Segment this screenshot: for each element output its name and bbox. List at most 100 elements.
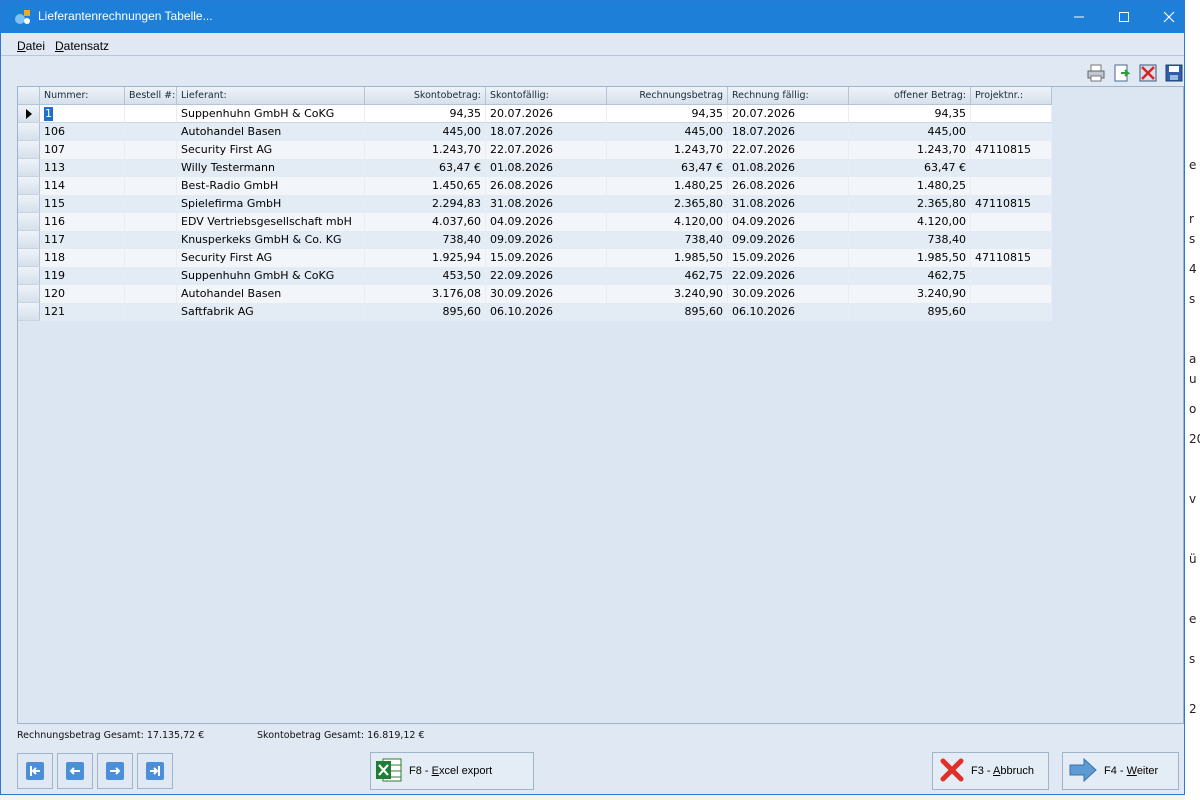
cell-rechnung-faellig[interactable]: 15.09.2026	[728, 249, 849, 267]
cell-rechnungsbetrag[interactable]: 462,75	[607, 267, 728, 285]
cell-rechnung-faellig[interactable]: 09.09.2026	[728, 231, 849, 249]
cell-offener-betrag[interactable]: 462,75	[849, 267, 971, 285]
cell-lieferant[interactable]: Suppenhuhn GmbH & CoKG	[177, 267, 365, 285]
cell-rechnungsbetrag[interactable]: 3.240,90	[607, 285, 728, 303]
row-indicator[interactable]	[18, 303, 40, 321]
cell-skontofaellig[interactable]: 30.09.2026	[486, 285, 607, 303]
cell-nummer[interactable]: 106	[40, 123, 125, 141]
cell-offener-betrag[interactable]: 2.365,80	[849, 195, 971, 213]
cell-rechnungsbetrag[interactable]: 445,00	[607, 123, 728, 141]
save-icon[interactable]	[1164, 63, 1184, 83]
cell-offener-betrag[interactable]: 1.243,70	[849, 141, 971, 159]
maximize-icon[interactable]	[1101, 1, 1147, 33]
next-record-button[interactable]	[97, 753, 133, 789]
cell-projektnr[interactable]	[971, 267, 1052, 285]
cell-offener-betrag[interactable]: 1.985,50	[849, 249, 971, 267]
cell-bestell[interactable]	[125, 231, 177, 249]
cell-rechnungsbetrag[interactable]: 4.120,00	[607, 213, 728, 231]
cell-bestell[interactable]	[125, 123, 177, 141]
cell-projektnr[interactable]: 47110815	[971, 141, 1052, 159]
cell-skontofaellig[interactable]: 22.09.2026	[486, 267, 607, 285]
cell-projektnr[interactable]	[971, 213, 1052, 231]
header-lieferant[interactable]: Lieferant:	[177, 87, 365, 105]
cell-rechnung-faellig[interactable]: 22.07.2026	[728, 141, 849, 159]
table-row[interactable]: 118 Security First AG 1.925,94 15.09.2026 1.…	[18, 249, 1052, 267]
cell-nummer[interactable]: 1	[40, 105, 125, 123]
cell-rechnung-faellig[interactable]: 04.09.2026	[728, 213, 849, 231]
header-rechnung-faellig[interactable]: Rechnung fällig:	[728, 87, 849, 105]
cell-rechnung-faellig[interactable]: 22.09.2026	[728, 267, 849, 285]
cell-skontofaellig[interactable]: 06.10.2026	[486, 303, 607, 321]
cancel-button[interactable]: F3 - Abbruch	[932, 752, 1049, 790]
cell-offener-betrag[interactable]: 63,47 €	[849, 159, 971, 177]
cell-nummer[interactable]: 115	[40, 195, 125, 213]
cell-rechnungsbetrag[interactable]: 94,35	[607, 105, 728, 123]
cell-projektnr[interactable]	[971, 105, 1052, 123]
cell-lieferant[interactable]: Best-Radio GmbH	[177, 177, 365, 195]
table-row[interactable]: 116 EDV Vertriebsgesellschaft mbH 4.037,60…	[18, 213, 1052, 231]
cell-skontofaellig[interactable]: 09.09.2026	[486, 231, 607, 249]
cell-bestell[interactable]	[125, 303, 177, 321]
cell-rechnungsbetrag[interactable]: 738,40	[607, 231, 728, 249]
previous-record-button[interactable]	[57, 753, 93, 789]
cell-lieferant[interactable]: Saftfabrik AG	[177, 303, 365, 321]
cell-offener-betrag[interactable]: 445,00	[849, 123, 971, 141]
delete-icon[interactable]	[1138, 63, 1158, 83]
cell-projektnr[interactable]	[971, 231, 1052, 249]
table-row[interactable]: 119 Suppenhuhn GmbH & CoKG 453,50 22.09.202…	[18, 267, 1052, 285]
print-icon[interactable]	[1086, 63, 1106, 83]
cell-bestell[interactable]	[125, 195, 177, 213]
first-record-button[interactable]	[17, 753, 53, 789]
cell-skontobetrag[interactable]: 445,00	[365, 123, 486, 141]
row-indicator[interactable]	[18, 159, 40, 177]
cell-lieferant[interactable]: Spielefirma GmbH	[177, 195, 365, 213]
cell-rechnungsbetrag[interactable]: 1.985,50	[607, 249, 728, 267]
cell-bestell[interactable]	[125, 213, 177, 231]
cell-nummer[interactable]: 114	[40, 177, 125, 195]
row-indicator[interactable]	[18, 195, 40, 213]
cell-lieferant[interactable]: Security First AG	[177, 249, 365, 267]
cell-bestell[interactable]	[125, 267, 177, 285]
cell-skontofaellig[interactable]: 18.07.2026	[486, 123, 607, 141]
cell-nummer[interactable]: 120	[40, 285, 125, 303]
minimize-icon[interactable]	[1056, 1, 1102, 33]
row-indicator[interactable]	[18, 249, 40, 267]
cell-skontofaellig[interactable]: 22.07.2026	[486, 141, 607, 159]
export-icon[interactable]	[1112, 63, 1132, 83]
cell-skontobetrag[interactable]: 94,35	[365, 105, 486, 123]
cell-bestell[interactable]	[125, 285, 177, 303]
close-icon[interactable]	[1146, 1, 1192, 33]
header-offener-betrag[interactable]: offener Betrag:	[849, 87, 971, 105]
cell-rechnung-faellig[interactable]: 26.08.2026	[728, 177, 849, 195]
cell-rechnungsbetrag[interactable]: 1.243,70	[607, 141, 728, 159]
cell-rechnung-faellig[interactable]: 30.09.2026	[728, 285, 849, 303]
cell-bestell[interactable]	[125, 177, 177, 195]
cell-rechnungsbetrag[interactable]: 63,47 €	[607, 159, 728, 177]
cell-projektnr[interactable]: 47110815	[971, 195, 1052, 213]
menu-datei[interactable]: Datei	[17, 39, 45, 53]
row-indicator[interactable]	[18, 105, 40, 123]
cell-projektnr[interactable]	[971, 303, 1052, 321]
cell-skontobetrag[interactable]: 4.037,60	[365, 213, 486, 231]
cell-nummer[interactable]: 118	[40, 249, 125, 267]
header-nummer[interactable]: Nummer:	[40, 87, 125, 105]
cell-bestell[interactable]	[125, 159, 177, 177]
row-indicator[interactable]	[18, 285, 40, 303]
cell-projektnr[interactable]	[971, 123, 1052, 141]
cell-rechnung-faellig[interactable]: 31.08.2026	[728, 195, 849, 213]
row-indicator[interactable]	[18, 213, 40, 231]
title-bar[interactable]: Lieferantenrechnungen Tabelle...	[1, 1, 1184, 33]
cell-lieferant[interactable]: Autohandel Basen	[177, 123, 365, 141]
cell-rechnungsbetrag[interactable]: 1.480,25	[607, 177, 728, 195]
invoice-grid[interactable]: Nummer: Bestell #: Lieferant: Skontobetr…	[17, 86, 1184, 724]
cell-bestell[interactable]	[125, 141, 177, 159]
cell-skontobetrag[interactable]: 738,40	[365, 231, 486, 249]
header-rechnungsbetrag[interactable]: Rechnungsbetrag	[607, 87, 728, 105]
cell-skontobetrag[interactable]: 895,60	[365, 303, 486, 321]
row-indicator[interactable]	[18, 141, 40, 159]
cell-skontobetrag[interactable]: 1.925,94	[365, 249, 486, 267]
table-row[interactable]: 113 Willy Testermann 63,47 € 01.08.2026 63,4…	[18, 159, 1052, 177]
cell-nummer[interactable]: 113	[40, 159, 125, 177]
cell-skontobetrag[interactable]: 3.176,08	[365, 285, 486, 303]
cell-nummer[interactable]: 107	[40, 141, 125, 159]
